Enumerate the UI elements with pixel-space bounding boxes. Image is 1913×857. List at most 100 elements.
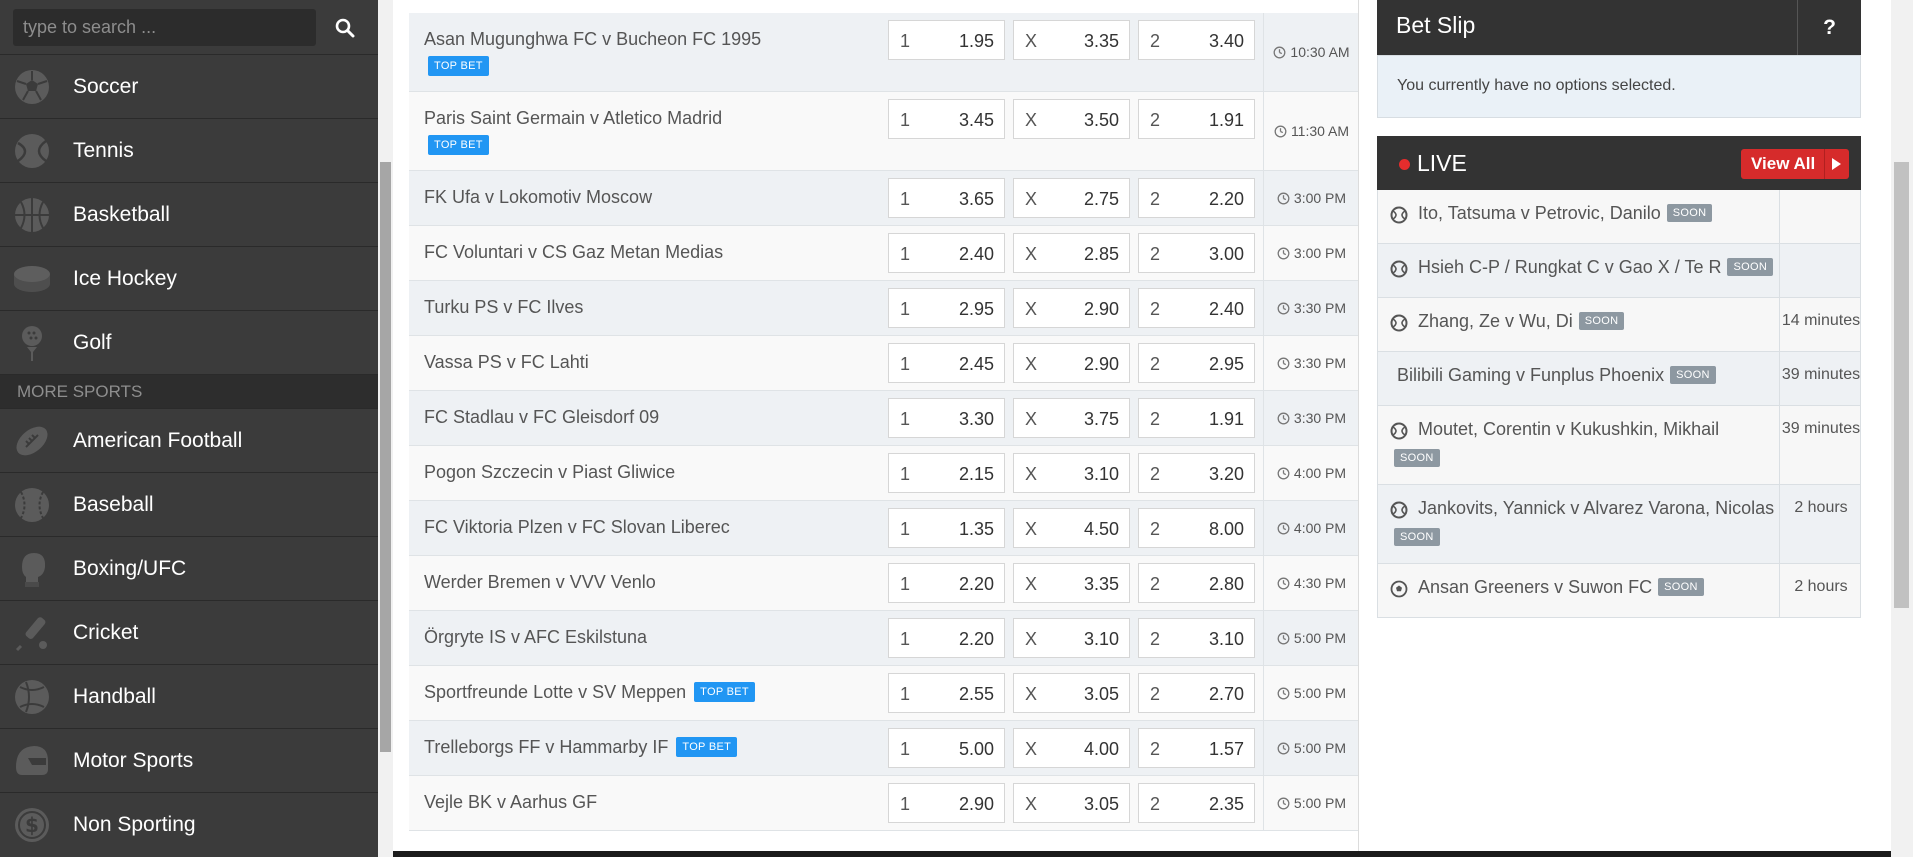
odds-value: 5.00 [958, 739, 994, 759]
view-all-button[interactable]: View All [1741, 149, 1849, 179]
odds-button-draw[interactable]: X 3.05 [1013, 673, 1130, 713]
sidebar-item-label: Cricket [73, 620, 139, 644]
match-name[interactable]: Pogon Szczecin v Piast Gliwice [424, 462, 675, 483]
live-event-row[interactable]: Ansan Greeners v Suwon FC SOON 2 hours [1377, 564, 1861, 618]
match-name[interactable]: Sportfreunde Lotte v SV Meppen TOP BET [424, 682, 755, 703]
odds-button-draw[interactable]: X 4.50 [1013, 508, 1130, 548]
odds-button-home[interactable]: 1 3.45 [888, 99, 1005, 139]
sidebar-scrollbar-thumb[interactable] [380, 162, 391, 752]
odds-button-draw[interactable]: X 2.90 [1013, 288, 1130, 328]
sidebar-item-cricket[interactable]: Cricket [0, 600, 378, 664]
odds-button-draw[interactable]: X 3.50 [1013, 99, 1130, 139]
odds-button-home[interactable]: 1 5.00 [888, 728, 1005, 768]
live-event-time: 39 minutes [1781, 366, 1861, 383]
live-event-row[interactable]: Moutet, Corentin v Kukushkin, Mikhail SO… [1377, 406, 1861, 485]
betslip-help-button[interactable]: ? [1797, 0, 1861, 55]
sidebar-item-ice-hockey[interactable]: Ice Hockey [0, 246, 378, 310]
odds-button-home[interactable]: 1 3.65 [888, 178, 1005, 218]
sidebar-item-motor-sports[interactable]: Motor Sports [0, 728, 378, 792]
odds-button-away[interactable]: 2 2.70 [1138, 673, 1255, 713]
live-event-row[interactable]: Ito, Tatsuma v Petrovic, Danilo SOON [1377, 190, 1861, 244]
match-title: Paris Saint Germain v Atletico Madrid [424, 108, 723, 128]
live-event-name: Ito, Tatsuma v Petrovic, Danilo SOON [1418, 203, 1713, 224]
odds-button-away[interactable]: 2 3.00 [1138, 233, 1255, 273]
live-event-row[interactable]: Bilibili Gaming v Funplus Phoenix SOON 39… [1377, 352, 1861, 406]
odds-button-away[interactable]: 2 2.95 [1138, 343, 1255, 383]
match-name[interactable]: Trelleborgs FF v Hammarby IF TOP BET [424, 737, 738, 758]
match-name[interactable]: FC Viktoria Plzen v FC Slovan Liberec [424, 517, 730, 538]
odds-button-home[interactable]: 1 1.35 [888, 508, 1005, 548]
odds-button-home[interactable]: 1 2.15 [888, 453, 1005, 493]
match-name[interactable]: Örgryte IS v AFC Eskilstuna [424, 627, 647, 648]
live-event-row[interactable]: Jankovits, Yannick v Alvarez Varona, Nic… [1377, 485, 1861, 564]
odds-button-away[interactable]: 2 1.57 [1138, 728, 1255, 768]
odds-value: 3.00 [1208, 244, 1244, 264]
sidebar-item-american-football[interactable]: American Football [0, 408, 378, 472]
odds-label: 1 [900, 110, 911, 130]
live-event-row[interactable]: Hsieh C-P / Rungkat C v Gao X / Te R SOON [1377, 244, 1861, 298]
sidebar-scrollbar[interactable] [378, 0, 393, 857]
live-event-main: Jankovits, Yannick v Alvarez Varona, Nic… [1378, 485, 1780, 563]
odds-button-home[interactable]: 1 3.30 [888, 398, 1005, 438]
match-name[interactable]: FK Ufa v Lokomotiv Moscow [424, 187, 652, 208]
odds-button-draw[interactable]: X 4.00 [1013, 728, 1130, 768]
page-scrollbar[interactable] [1891, 0, 1913, 857]
match-name[interactable]: Paris Saint Germain v Atletico Madrid [424, 108, 722, 129]
live-event-title: Hsieh C-P / Rungkat C v Gao X / Te R [1418, 257, 1722, 277]
match-name[interactable]: FC Voluntari v CS Gaz Metan Medias [424, 242, 723, 263]
odds-button-home[interactable]: 1 2.40 [888, 233, 1005, 273]
odds-button-draw[interactable]: X 3.10 [1013, 453, 1130, 493]
live-event-row[interactable]: Zhang, Ze v Wu, Di SOON 14 minutes [1377, 298, 1861, 352]
odds-button-home[interactable]: 1 1.95 [888, 20, 1005, 60]
match-name[interactable]: Werder Bremen v VVV Venlo [424, 572, 656, 593]
sidebar-item-non-sporting[interactable]: $ Non Sporting [0, 792, 378, 856]
match-time: 5:00 PM [1263, 776, 1358, 830]
odds-button-home[interactable]: 1 2.55 [888, 673, 1005, 713]
odds-button-draw[interactable]: X 3.35 [1013, 20, 1130, 60]
search-input[interactable] [13, 9, 316, 46]
odds-button-away[interactable]: 2 2.80 [1138, 563, 1255, 603]
odds-button-draw[interactable]: X 3.10 [1013, 618, 1130, 658]
odds-button-away[interactable]: 2 3.20 [1138, 453, 1255, 493]
odds-value: 2.35 [1208, 794, 1244, 814]
odds-button-away[interactable]: 2 1.91 [1138, 398, 1255, 438]
odds-button-away[interactable]: 2 2.35 [1138, 783, 1255, 823]
odds-button-away[interactable]: 2 8.00 [1138, 508, 1255, 548]
sidebar-item-soccer[interactable]: Soccer [0, 54, 378, 118]
sidebar-item-handball[interactable]: Handball [0, 664, 378, 728]
sidebar-item-basketball[interactable]: Basketball [0, 182, 378, 246]
odds-button-away[interactable]: 2 2.40 [1138, 288, 1255, 328]
odds-button-draw[interactable]: X 3.05 [1013, 783, 1130, 823]
match-time-text: 3:00 PM [1293, 190, 1347, 206]
odds-button-home[interactable]: 1 2.20 [888, 563, 1005, 603]
match-name[interactable]: Vassa PS v FC Lahti [424, 352, 589, 373]
page-scrollbar-thumb[interactable] [1894, 162, 1909, 608]
odds-button-away[interactable]: 2 1.91 [1138, 99, 1255, 139]
odds-label: 1 [900, 244, 911, 264]
match-row: Trelleborgs FF v Hammarby IF TOP BET 1 5.… [409, 721, 1358, 776]
odds-value: 3.45 [958, 110, 994, 130]
match-name[interactable]: Asan Mugunghwa FC v Bucheon FC 1995 [424, 29, 761, 50]
odds-button-draw[interactable]: X 2.85 [1013, 233, 1130, 273]
match-name[interactable]: Turku PS v FC Ilves [424, 297, 583, 318]
odds-button-away[interactable]: 2 3.10 [1138, 618, 1255, 658]
odds-button-away[interactable]: 2 2.20 [1138, 178, 1255, 218]
odds-button-draw[interactable]: X 3.75 [1013, 398, 1130, 438]
odds-button-draw[interactable]: X 3.35 [1013, 563, 1130, 603]
sidebar-item-boxing-ufc[interactable]: Boxing/UFC [0, 536, 378, 600]
sidebar-item-tennis[interactable]: Tennis [0, 118, 378, 182]
odds-button-home[interactable]: 1 2.45 [888, 343, 1005, 383]
sidebar-item-baseball[interactable]: Baseball [0, 472, 378, 536]
sidebar-item-golf[interactable]: Golf [0, 310, 378, 374]
clock-icon [1277, 742, 1290, 754]
odds-button-draw[interactable]: X 2.75 [1013, 178, 1130, 218]
match-name[interactable]: Vejle BK v Aarhus GF [424, 792, 597, 813]
match-name[interactable]: FC Stadlau v FC Gleisdorf 09 [424, 407, 659, 428]
odds-button-home[interactable]: 1 2.90 [888, 783, 1005, 823]
odds-button-away[interactable]: 2 3.40 [1138, 20, 1255, 60]
search-button[interactable] [326, 10, 364, 46]
odds-button-draw[interactable]: X 2.90 [1013, 343, 1130, 383]
odds-button-home[interactable]: 1 2.95 [888, 288, 1005, 328]
match-row: FC Voluntari v CS Gaz Metan Medias 1 2.4… [409, 226, 1358, 281]
odds-button-home[interactable]: 1 2.20 [888, 618, 1005, 658]
